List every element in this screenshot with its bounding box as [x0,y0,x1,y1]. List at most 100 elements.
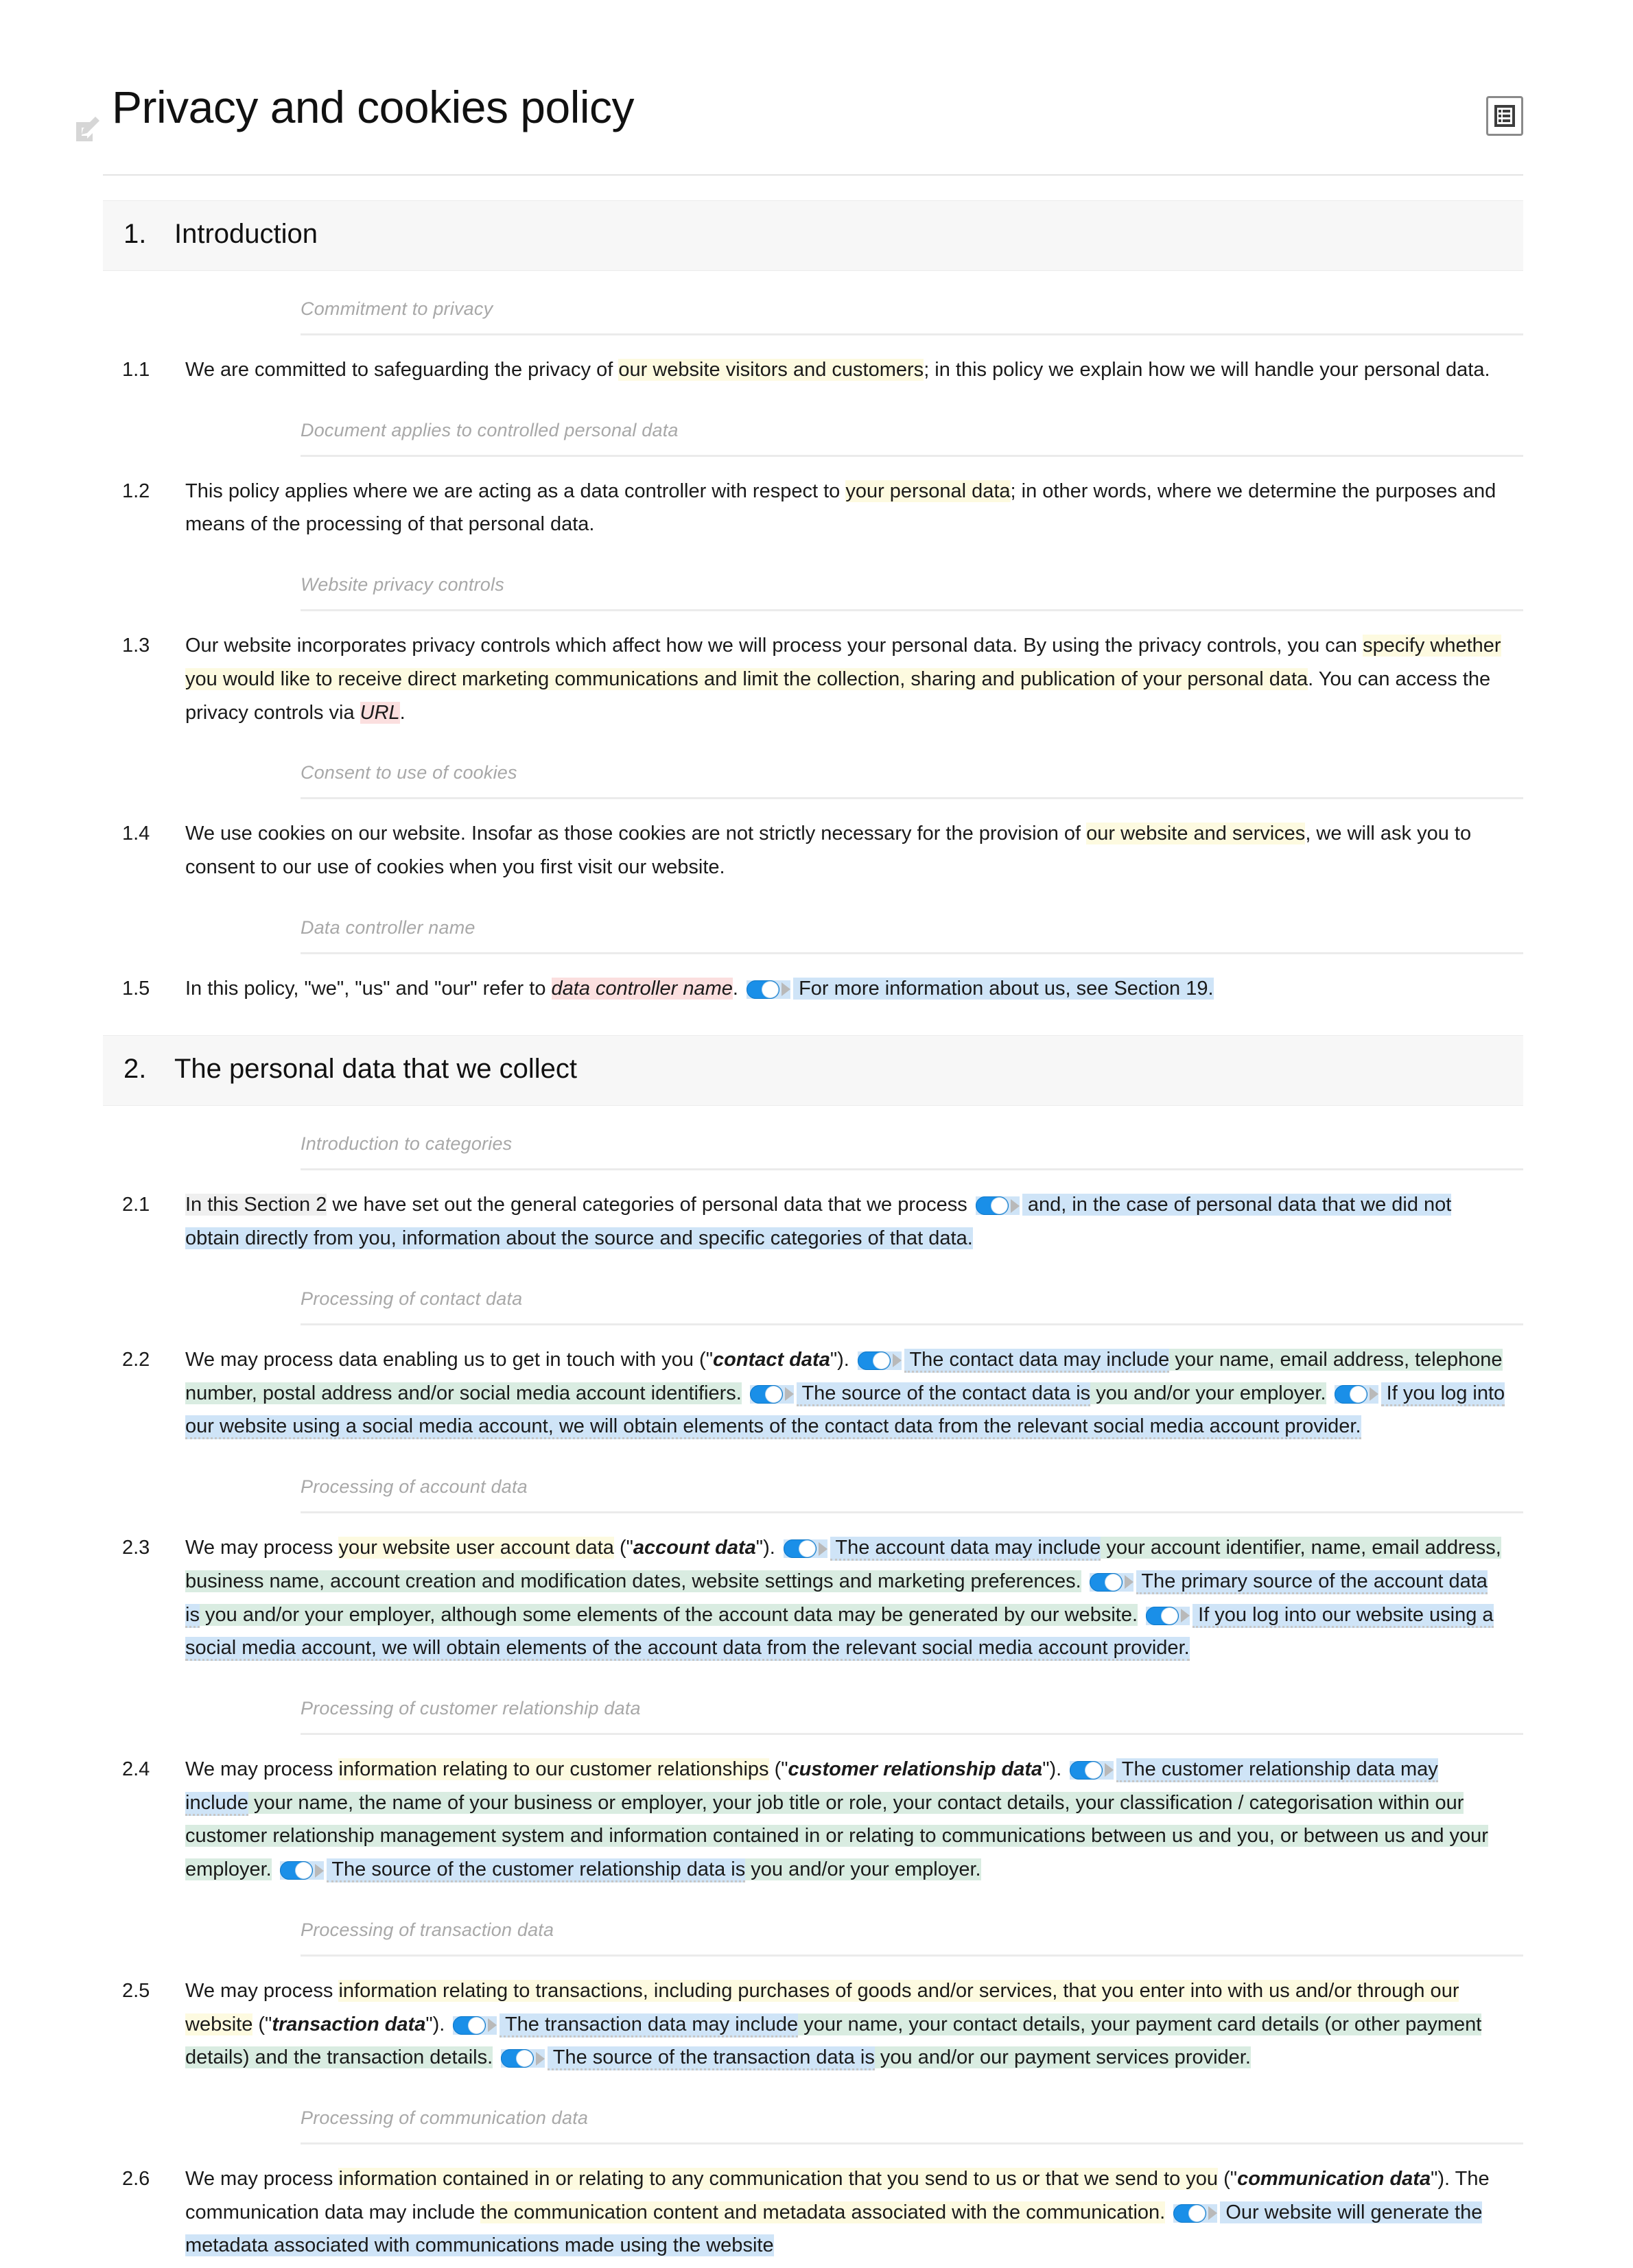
highlighted-text-yellow[interactable]: our website and services [1086,823,1306,845]
play-triangle-icon[interactable] [1369,1387,1378,1402]
highlighted-text-green[interactable]: you and/or your employer. [1090,1382,1326,1404]
play-triangle-icon[interactable] [784,1387,794,1402]
toggle-track [749,1384,783,1404]
clause-run: (" [252,2013,272,2035]
clause-run: Our website incorporates privacy control… [185,635,1363,657]
play-triangle-icon[interactable] [892,1354,902,1368]
clause: 2.4 We may process information relating t… [103,1735,1523,1892]
emphasised-text: contact data [713,1348,830,1371]
clause-number: 2.3 [122,1537,150,1559]
clause-run: (" [613,1537,633,1559]
emphasised-text: account data [633,1537,756,1559]
clause-run: "). [755,1537,781,1559]
highlighted-text-yellow[interactable]: the communication content and metadata a… [480,2201,1166,2223]
highlighted-text-green[interactable]: you and/or your employer, although some … [199,1603,1138,1626]
play-triangle-icon[interactable] [1010,1198,1020,1213]
inline-toggle-switch[interactable] [975,1196,1020,1216]
document-page: Privacy and cookies policy 1. Introductio… [0,0,1633,2268]
title-bar: Privacy and cookies policy [0,0,1633,150]
inline-toggle-switch[interactable] [1089,1572,1133,1592]
highlighted-text-pink[interactable]: data controller name [551,977,733,1000]
play-triangle-icon[interactable] [782,982,791,997]
toggle-track [975,1196,1009,1216]
clause-run [1326,1382,1332,1404]
inline-toggle-switch[interactable] [1334,1384,1378,1404]
clause-number: 1.1 [122,359,150,381]
toggle-knob [991,1198,1007,1214]
clause-run: (" [768,1758,788,1780]
play-triangle-icon[interactable] [536,2051,545,2066]
play-triangle-icon[interactable] [818,1541,827,1556]
clause-caption: Processing of transaction data [301,1919,554,1940]
document-outline-icon[interactable] [1486,96,1523,136]
clause-run: "). [425,2013,451,2035]
play-triangle-icon[interactable] [1105,1763,1114,1777]
toggle-track [1146,1606,1179,1625]
clause-run: We may process [185,1537,339,1559]
highlighted-text-blue[interactable]: The account data may include [830,1537,1101,1561]
clause: 2.6 We may process information contained … [103,2145,1523,2268]
highlighted-text-yellow[interactable]: your personal data [845,480,1011,502]
inline-toggle-switch[interactable] [501,2049,545,2068]
inline-toggle-switch[interactable] [1173,2204,1218,2223]
clause-caption: Commitment to privacy [301,298,493,319]
highlighted-text-green[interactable]: you and/or our payment services provider… [874,2046,1251,2069]
play-triangle-icon[interactable] [1208,2206,1218,2221]
emphasised-text: communication data [1237,2167,1431,2190]
clause-run: In this policy, "we", "us" and "our" ref… [185,977,552,1000]
highlighted-text-yellow[interactable]: information relating to our customer rel… [338,1758,769,1780]
toggle-track [857,1351,891,1370]
highlighted-text-green[interactable]: you and/or your employer. [745,1858,981,1881]
highlighted-text-blue[interactable]: The transaction data may include [500,2013,799,2037]
inline-toggle-switch[interactable] [1070,1760,1114,1780]
clause-text: In this Section 2 we have set out the ge… [185,1188,1506,1255]
section-header[interactable]: 1. Introduction [103,200,1523,271]
inline-toggle-switch[interactable] [747,980,791,999]
clause-run: We use cookies on our website. Insofar a… [185,823,1087,845]
highlighted-text-yellow[interactable]: your website user account data [338,1537,614,1559]
toggle-knob [1085,1762,1102,1778]
clause-caption: Consent to use of cookies [301,762,517,783]
document-content: 1. Introduction Commitment to privacy 1.1 We… [0,200,1633,2268]
clause-number: 2.5 [122,1979,150,2002]
highlighted-text-blue[interactable]: The source of the customer relationship … [326,1858,746,1883]
toggle-knob [873,1352,889,1369]
clause-run: . [399,701,406,724]
highlighted-text-blue[interactable]: The source of the contact data is [796,1382,1091,1406]
section-header[interactable]: 2. The personal data that we collect [103,1035,1523,1107]
play-triangle-icon[interactable] [1124,1575,1133,1590]
section-title: Introduction [174,219,318,249]
clause-run: We may process [185,2167,339,2190]
clause: 2.1 In this Section 2 we have set out the… [103,1170,1523,1260]
inline-toggle-switch[interactable] [749,1384,794,1404]
clause-text: We may process your website user account… [185,1531,1506,1665]
play-triangle-icon[interactable] [488,2018,497,2033]
clause: 1.3 Our website incorporates privacy cont… [103,611,1523,735]
inline-toggle-switch[interactable] [279,1861,324,1880]
inline-toggle-switch[interactable] [783,1539,827,1559]
clause-run [272,1858,277,1880]
pencil-edit-icon[interactable] [72,113,101,150]
clause-number: 2.4 [122,1758,150,1780]
clause: 2.3 We may process your website user acco… [103,1513,1523,1670]
toggle-track [1173,2204,1207,2223]
clause-caption: Website privacy controls [301,574,504,595]
clause-run [1081,1570,1087,1592]
play-triangle-icon[interactable] [1181,1609,1190,1622]
toggle-track [1070,1760,1103,1780]
inline-toggle-switch[interactable] [857,1351,902,1370]
toggle-knob [762,981,779,997]
highlighted-text-blue[interactable]: The contact data may include [904,1348,1170,1373]
inline-toggle-switch[interactable] [1146,1606,1190,1625]
toggle-track [1334,1384,1367,1404]
highlighted-text-yellow[interactable]: our website visitors and customers [618,359,924,381]
highlighted-text-blue[interactable]: The source of the transaction data is [548,2046,875,2071]
toggle-knob [469,2017,485,2033]
inline-toggle-switch[interactable] [453,2016,497,2035]
highlighted-text-gray[interactable]: In this Section 2 [185,1194,327,1216]
highlighted-text-yellow[interactable]: information contained in or relating to … [338,2167,1219,2190]
play-triangle-icon[interactable] [314,1863,324,1878]
highlighted-text-blue[interactable]: For more information about us, see Secti… [793,977,1214,1000]
toggle-track [1089,1572,1123,1592]
highlighted-text-pink[interactable]: URL [360,701,400,724]
